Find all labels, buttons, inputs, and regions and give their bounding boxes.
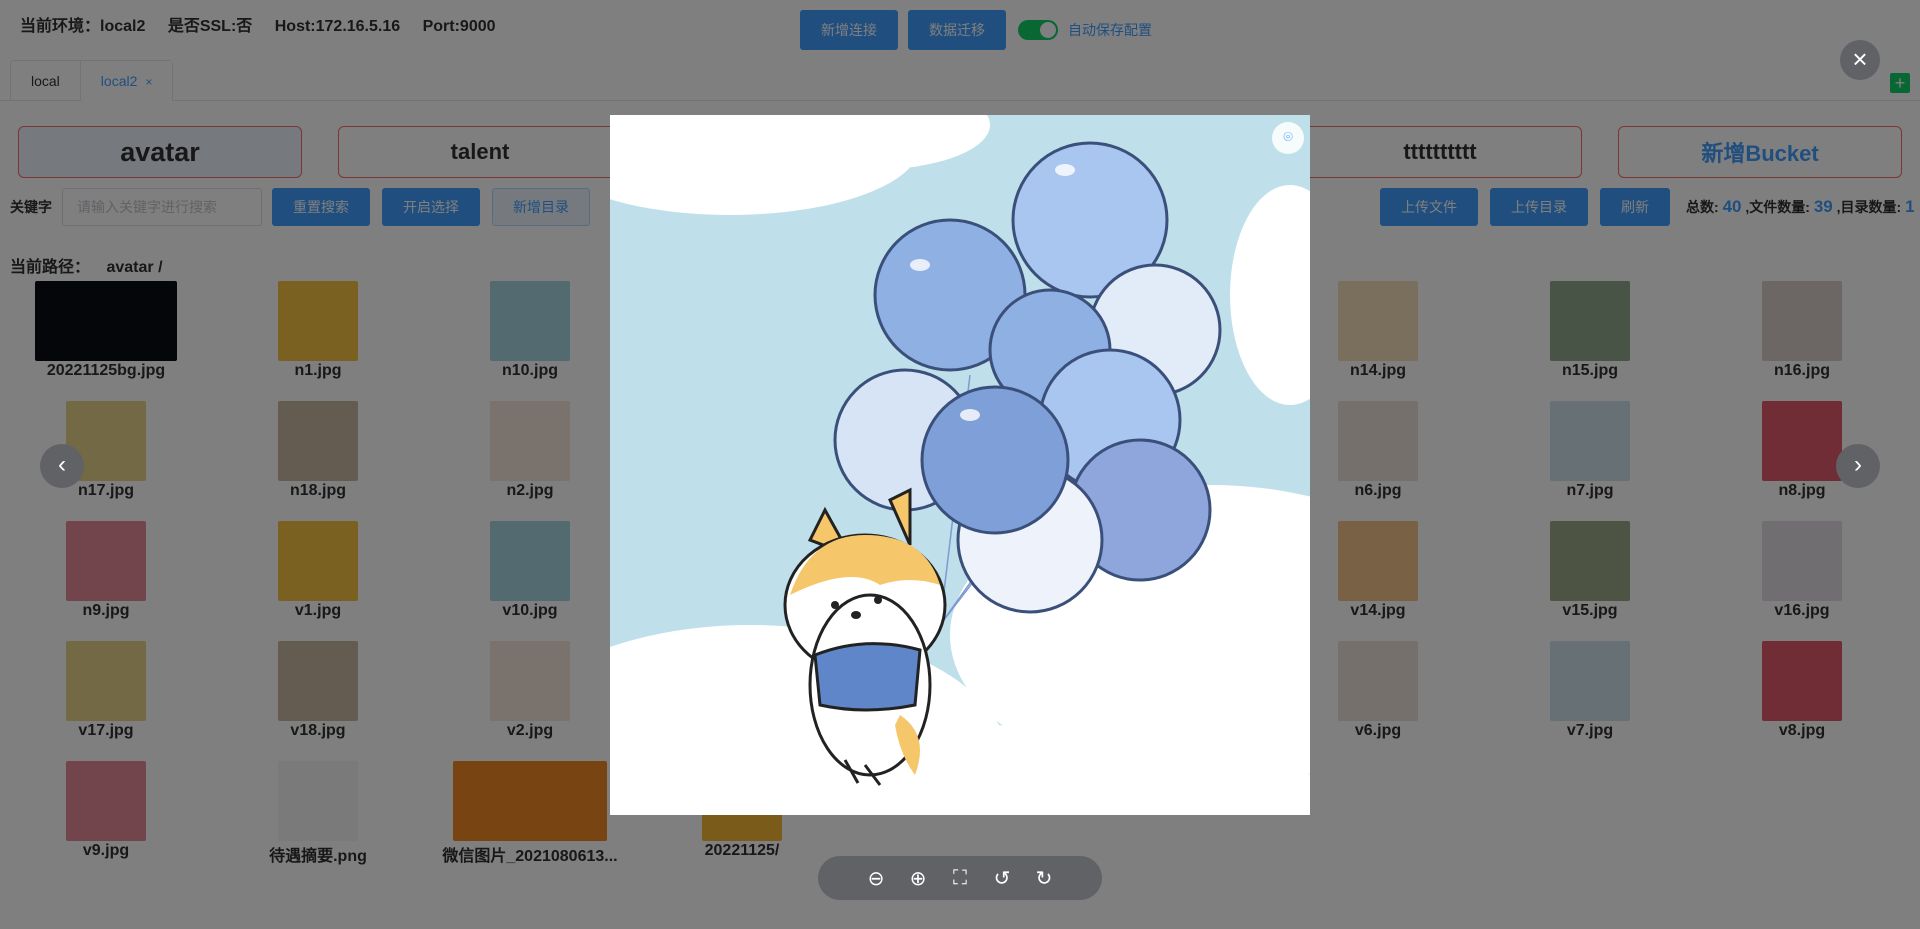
rotate-left-icon[interactable]: ↺ xyxy=(989,866,1015,891)
fullscreen-icon[interactable]: ⛶ xyxy=(947,867,973,890)
zoom-out-icon[interactable]: ⊖ xyxy=(863,866,889,891)
image-preview xyxy=(610,115,1310,815)
prev-image-icon[interactable]: ‹ xyxy=(40,444,84,488)
close-icon[interactable]: × xyxy=(1840,40,1880,80)
viewer-toolbar: ⊖ ⊕ ⛶ ↺ ↻ xyxy=(818,856,1102,900)
next-image-icon[interactable]: › xyxy=(1836,444,1880,488)
rotate-right-icon[interactable]: ↻ xyxy=(1031,866,1057,891)
zoom-in-icon[interactable]: ⊕ xyxy=(905,866,931,891)
scan-icon[interactable]: ⌾ xyxy=(1272,122,1304,154)
preview-image xyxy=(610,115,1310,815)
